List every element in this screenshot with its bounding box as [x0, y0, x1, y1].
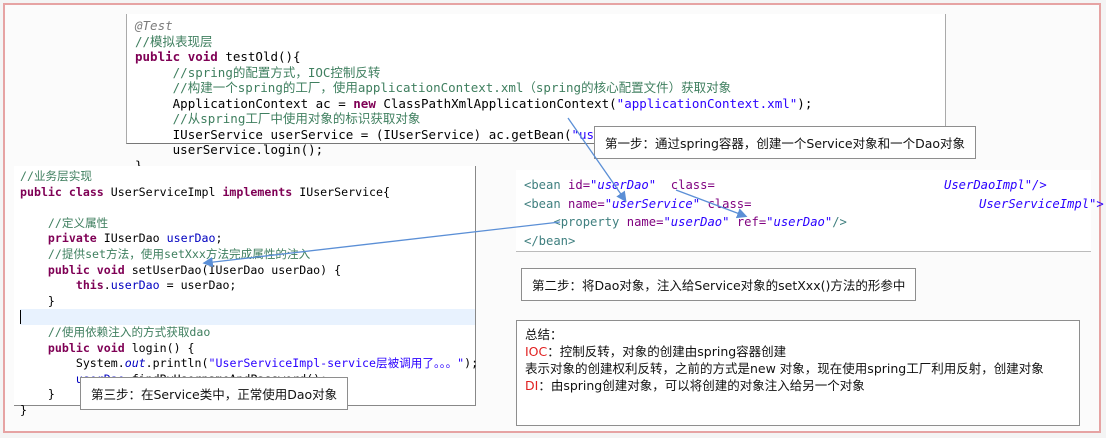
arrow-property-to-setter [202, 221, 561, 268]
arrow-dao-to-ref [675, 189, 748, 219]
arrow-layer [202, 117, 748, 268]
arrow-getbean-to-bean [567, 117, 627, 203]
